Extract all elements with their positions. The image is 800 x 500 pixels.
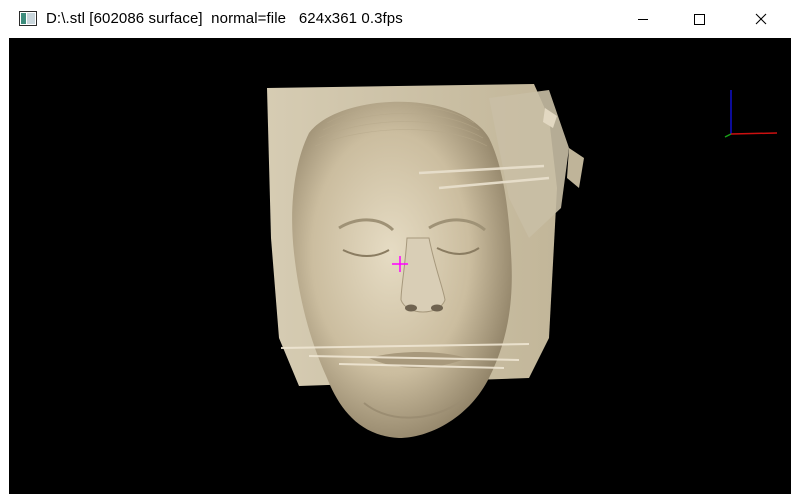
close-button[interactable]: [738, 0, 784, 38]
app-window: D:\.stl [602086 surface] normal=file 624…: [9, 0, 791, 494]
3d-viewport[interactable]: [9, 38, 791, 494]
axis-z: [724, 133, 732, 138]
axis-x: [730, 132, 778, 135]
title-bar[interactable]: D:\.stl [602086 surface] normal=file 624…: [9, 0, 791, 38]
window-title: D:\.stl [602086 surface] normal=file 624…: [46, 10, 403, 27]
close-icon: [755, 13, 767, 25]
crosshair-icon: [392, 256, 408, 272]
maximize-button[interactable]: [676, 0, 722, 38]
minimize-icon: [637, 13, 649, 25]
app-icon: [19, 11, 37, 26]
orientation-axes: [724, 90, 778, 138]
minimize-button[interactable]: [620, 0, 666, 38]
maximize-icon: [693, 13, 705, 25]
